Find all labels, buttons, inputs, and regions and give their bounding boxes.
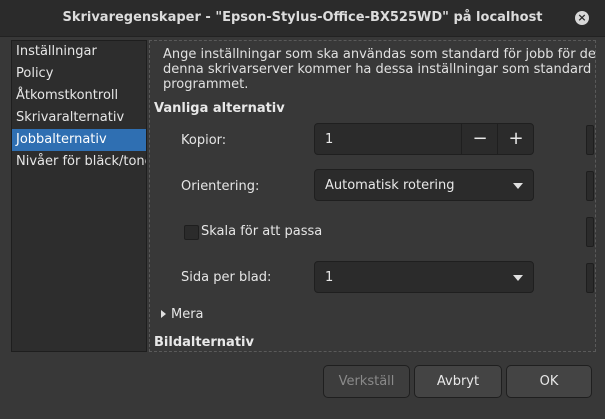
sidebar-item-policy[interactable]: Policy	[12, 63, 146, 85]
job-options-panel: Ange inställningar som ska användas som …	[149, 40, 596, 352]
pages-per-sheet-dropdown[interactable]: 1	[314, 261, 534, 293]
sidebar-item-skrivaralternativ[interactable]: Skrivaralternativ	[12, 107, 146, 129]
sidebar: Inställningar Policy Åtkomstkontroll Skr…	[11, 40, 147, 352]
scroll-stub	[586, 125, 594, 155]
orientation-label: Orientering:	[181, 179, 260, 194]
scroll-stub	[586, 171, 594, 201]
scroll-stub	[586, 263, 594, 293]
chevron-right-icon[interactable]	[161, 310, 166, 318]
chevron-down-icon	[513, 275, 523, 281]
orientation-dropdown[interactable]: Automatisk rotering	[314, 169, 534, 201]
scroll-stub	[586, 217, 594, 247]
cancel-button[interactable]: Avbryt	[414, 365, 502, 398]
pages-per-sheet-label: Sida per blad:	[181, 270, 272, 285]
sidebar-item-atkomstkontroll[interactable]: Åtkomstkontroll	[12, 85, 146, 107]
fit-to-page-label: Skala för att passa	[201, 224, 323, 239]
title-bar: Skrivaregenskaper - "Epson-Stylus-Office…	[0, 0, 605, 37]
section-image-options: Bildalternativ	[154, 335, 254, 350]
sidebar-item-jobbalternativ[interactable]: Jobbalternativ	[12, 129, 146, 151]
pages-per-sheet-value: 1	[325, 270, 334, 285]
more-expander[interactable]: Mera	[171, 307, 204, 322]
section-common-options: Vanliga alternativ	[154, 101, 285, 116]
orientation-value: Automatisk rotering	[325, 178, 455, 193]
fit-to-page-checkbox[interactable]	[184, 225, 199, 240]
description-text: Ange inställningar som ska användas som …	[163, 47, 596, 92]
copies-stepper[interactable]: 1 − +	[314, 123, 534, 155]
close-icon[interactable]: ×	[575, 11, 589, 25]
ok-button[interactable]: OK	[506, 365, 592, 398]
copies-label: Kopior:	[181, 133, 227, 148]
sidebar-item-installningar[interactable]: Inställningar	[12, 41, 146, 63]
sidebar-item-nivaer[interactable]: Nivåer för bläck/toner	[12, 151, 146, 173]
apply-button[interactable]: Verkställ	[323, 365, 410, 398]
minus-icon[interactable]: −	[461, 124, 498, 154]
plus-icon[interactable]: +	[497, 124, 534, 154]
window-title: Skrivaregenskaper - "Epson-Stylus-Office…	[62, 10, 543, 25]
copies-value: 1	[325, 132, 334, 147]
chevron-down-icon	[513, 183, 523, 189]
